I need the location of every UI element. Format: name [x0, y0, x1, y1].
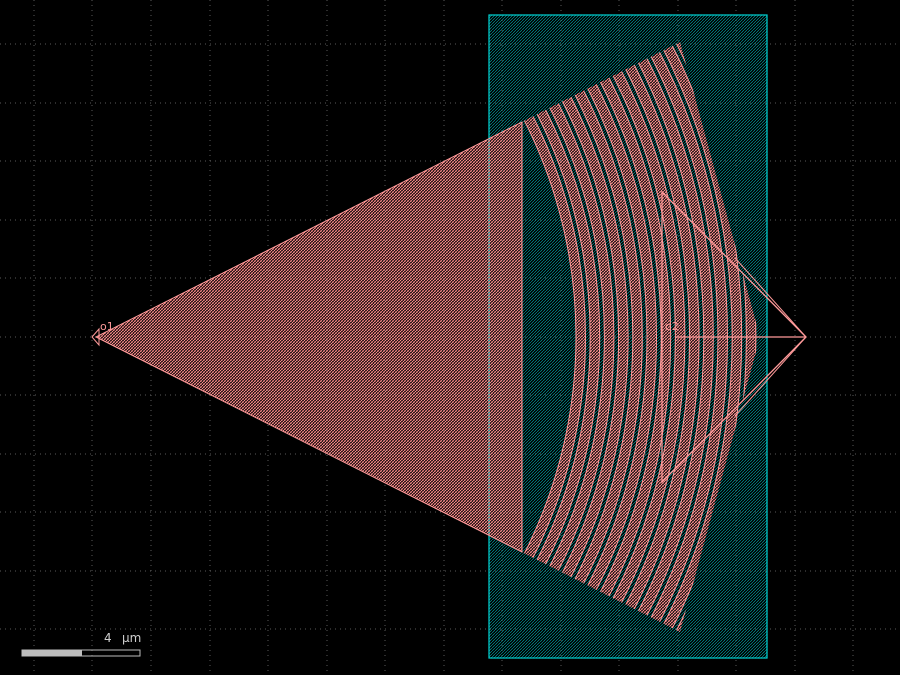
taper-region	[94, 121, 523, 553]
port-o2-label: o2	[665, 320, 679, 333]
scale-bar-unit: µm	[122, 631, 141, 645]
scale-bar: 4 µm	[21, 631, 141, 657]
layout-view[interactable]: o1 o2 4 µm	[0, 0, 900, 675]
scale-bar-value: 4	[104, 631, 112, 645]
layout-canvas[interactable]: o1 o2 4 µm	[0, 0, 900, 675]
port-o1-label: o1	[100, 320, 114, 333]
